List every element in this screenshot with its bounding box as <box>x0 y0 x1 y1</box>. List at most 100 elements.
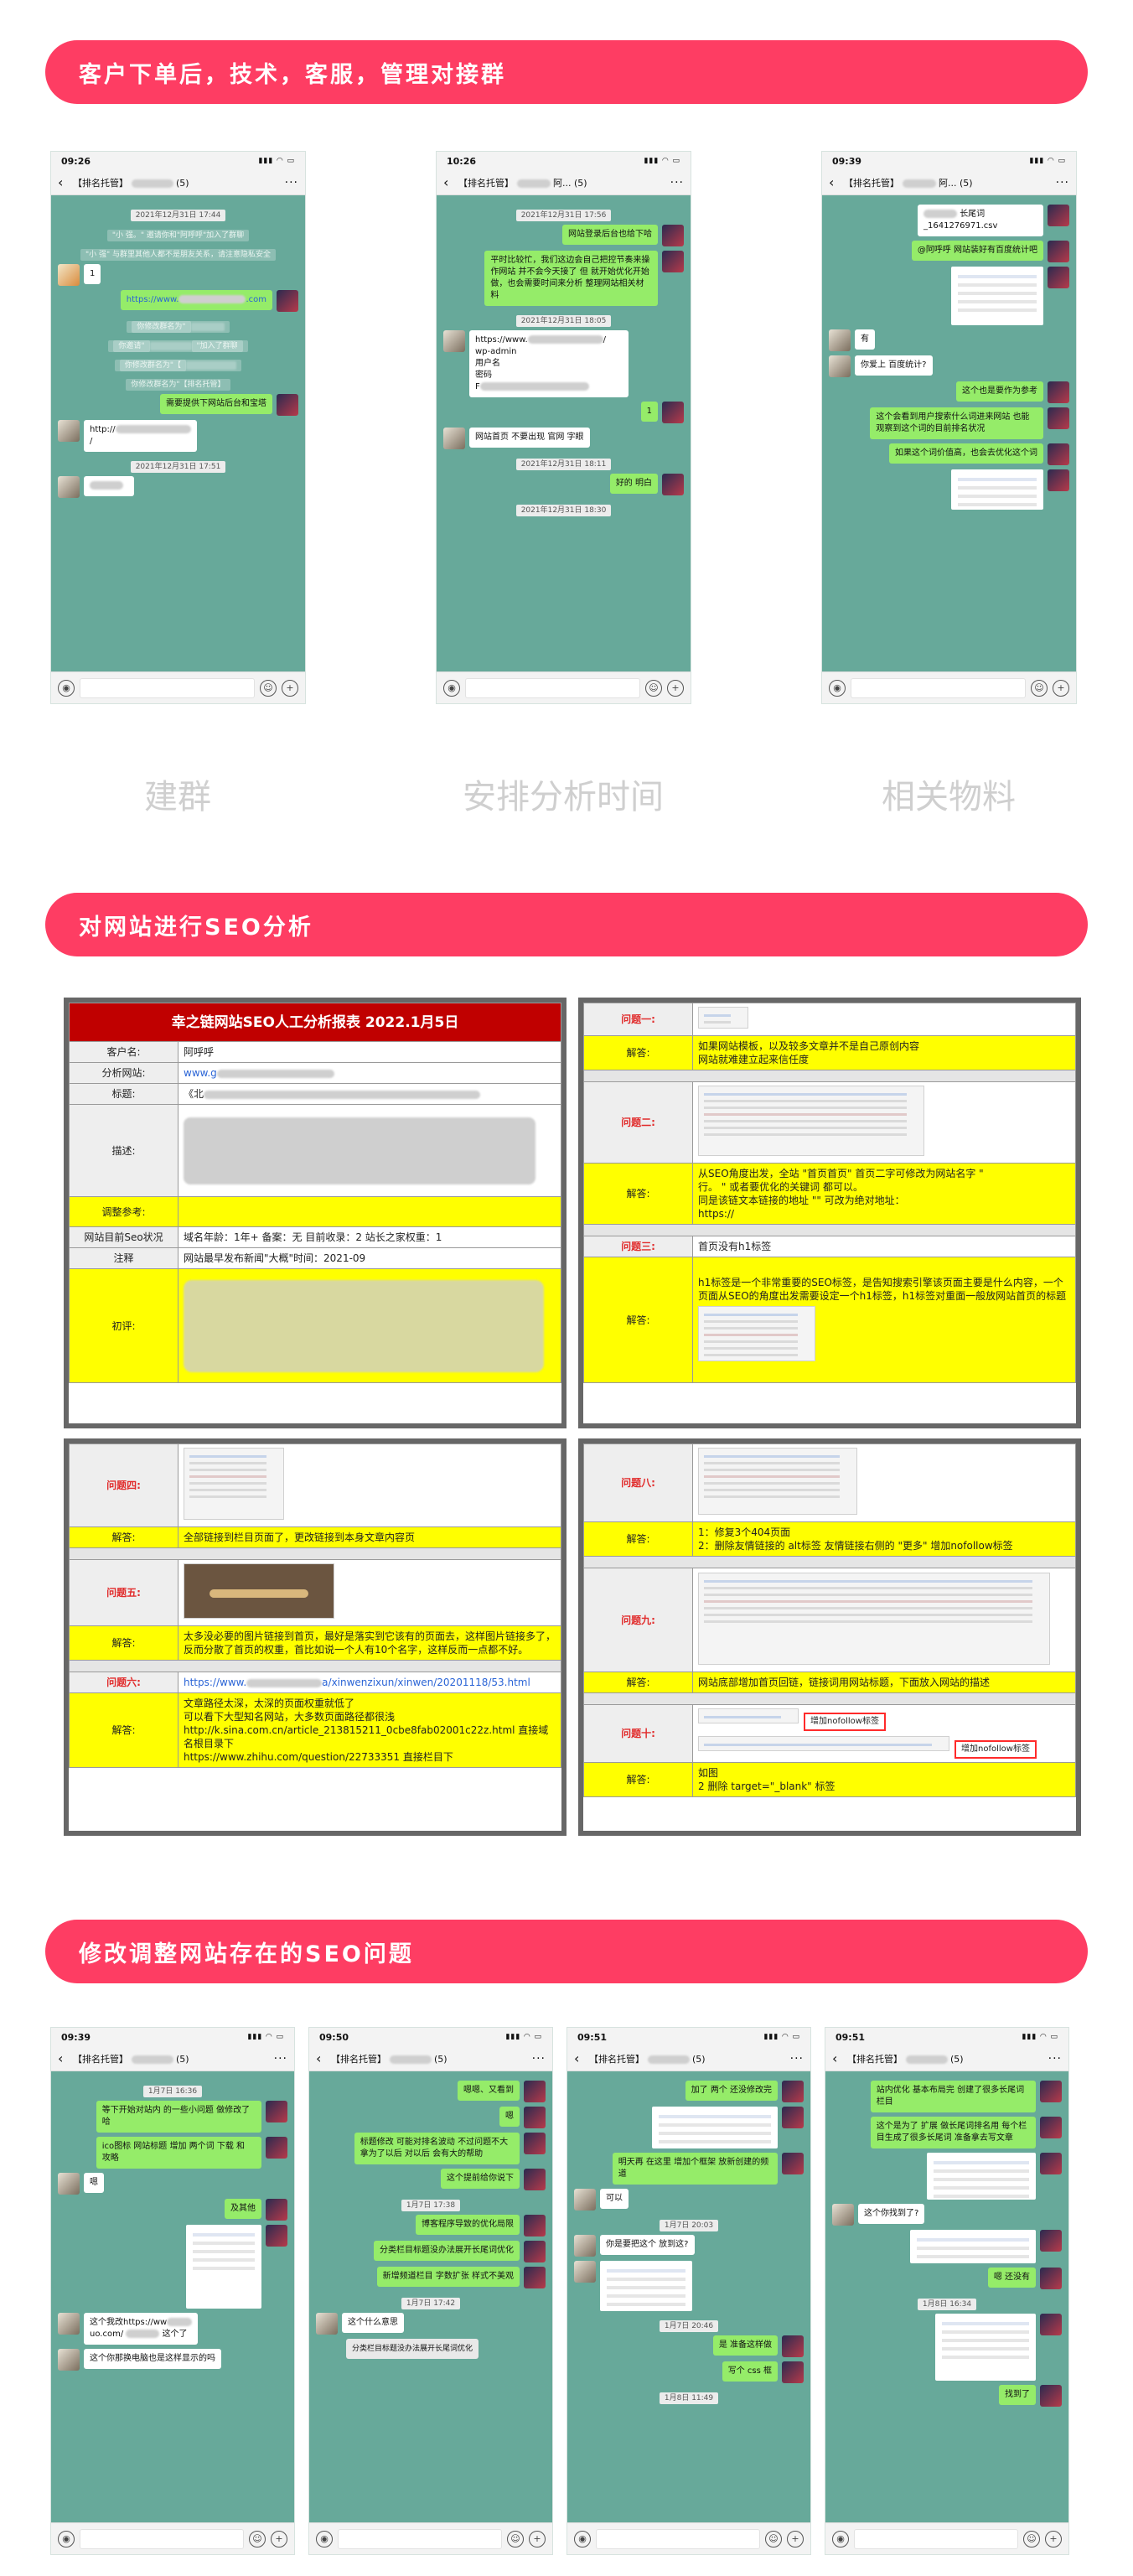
caption-schedule: 安排分析时间 <box>463 778 664 816</box>
message-input[interactable] <box>851 677 1026 698</box>
seo-issues-8-10: 问题八: 解答: 1：修复3个404页面 2：删除友情链接的 alt标签 友情链接… <box>578 1438 1081 1836</box>
avatar <box>524 2133 546 2154</box>
more-icon[interactable]: ··· <box>274 2052 287 2065</box>
plus-icon[interactable]: + <box>1045 2530 1062 2547</box>
avatar <box>1048 241 1069 262</box>
signal-icon: ▮▮▮ ◠ ▭ <box>258 157 295 165</box>
screenshot-image <box>951 469 1043 510</box>
chat-screenshot-6: 09:51 ▮▮▮ ◠ ▭ ‹ 【排名托管】 (5) ··· 加了 两个 还没修改完 … <box>566 2027 811 2555</box>
message-input[interactable] <box>854 2528 1018 2549</box>
signal-icon: ▮▮▮ ◠ ▭ <box>1029 157 1066 165</box>
plus-icon[interactable]: + <box>271 2530 287 2547</box>
back-icon[interactable]: ‹ <box>574 2050 589 2066</box>
avatar <box>782 2081 804 2102</box>
emoji-icon[interactable]: ☺ <box>765 2530 782 2547</box>
avatar <box>266 2137 287 2159</box>
emoji-icon[interactable]: ☺ <box>1031 679 1048 697</box>
more-icon[interactable]: ··· <box>532 2052 546 2065</box>
avatar <box>782 2153 804 2174</box>
avatar <box>443 428 465 449</box>
back-icon[interactable]: ‹ <box>443 174 458 190</box>
plus-icon[interactable]: + <box>1053 679 1069 697</box>
avatar <box>1048 407 1069 429</box>
screenshot-image <box>698 1007 748 1029</box>
more-icon[interactable]: ··· <box>285 176 298 189</box>
screenshot-image <box>184 1448 284 1520</box>
message-input[interactable] <box>596 2528 760 2549</box>
back-icon[interactable]: ‹ <box>58 2050 73 2066</box>
more-icon[interactable]: ··· <box>1056 176 1069 189</box>
back-icon[interactable]: ‹ <box>58 174 73 190</box>
emoji-icon[interactable]: ☺ <box>1023 2530 1040 2547</box>
voice-icon[interactable]: ◉ <box>58 679 75 697</box>
avatar <box>1040 2314 1062 2335</box>
avatar <box>58 2349 80 2371</box>
emoji-icon[interactable]: ☺ <box>507 2530 524 2547</box>
avatar <box>662 251 684 272</box>
chat-screenshot-4: 09:39 ▮▮▮ ◠ ▭ ‹ 【排名托管】 (5) ··· 1月7日 16:36 等… <box>50 2027 295 2555</box>
avatar <box>1040 2081 1062 2102</box>
avatar <box>1048 469 1069 491</box>
screenshot-image <box>186 2225 261 2309</box>
voice-icon[interactable]: ◉ <box>316 2530 333 2547</box>
screenshot-image <box>935 2314 1036 2381</box>
plus-icon[interactable]: + <box>787 2530 804 2547</box>
avatar <box>1040 2153 1062 2174</box>
signal-icon: ▮▮▮ ◠ ▭ <box>1022 2033 1058 2041</box>
seo-issues-1-3: 问题一: 解答: 如果网站模板，以及较多文章并不是自己原创内容 网站就难建立起来信… <box>578 998 1081 1428</box>
nofollow-tag-2: 增加nofollow标签 <box>955 1740 1037 1759</box>
avatar <box>832 2204 854 2226</box>
chat-screenshot-2: 10:26 ▮▮▮ ◠ ▭ ‹ 【排名托管】 阿... (5) ··· 2021年… <box>436 151 691 704</box>
avatar <box>524 2169 546 2190</box>
avatar <box>1048 205 1069 226</box>
message-input[interactable] <box>338 2528 502 2549</box>
avatar <box>1048 267 1069 288</box>
avatar <box>1040 2385 1062 2407</box>
more-icon[interactable]: ··· <box>790 2052 804 2065</box>
message-input[interactable] <box>465 677 640 698</box>
avatar <box>1040 2117 1062 2138</box>
avatar <box>266 2199 287 2221</box>
screenshot-image <box>698 1448 857 1515</box>
voice-icon[interactable]: ◉ <box>832 2530 849 2547</box>
plus-icon[interactable]: + <box>282 679 298 697</box>
section-banner-2: 对网站进行SEO分析 <box>45 893 1088 956</box>
avatar <box>782 2361 804 2383</box>
message-input[interactable] <box>80 2528 244 2549</box>
more-icon[interactable]: ··· <box>1048 2052 1062 2065</box>
avatar <box>266 2225 287 2247</box>
code-screenshot <box>698 1305 815 1361</box>
voice-icon[interactable]: ◉ <box>829 679 846 697</box>
avatar <box>1040 2230 1062 2252</box>
signal-icon: ▮▮▮ ◠ ▭ <box>644 157 680 165</box>
message-input[interactable] <box>80 677 255 698</box>
plus-icon[interactable]: + <box>529 2530 546 2547</box>
avatar <box>1048 443 1069 465</box>
screenshot-image <box>600 2261 692 2311</box>
banner-image <box>184 1563 334 1619</box>
back-icon[interactable]: ‹ <box>832 2050 847 2066</box>
emoji-icon[interactable]: ☺ <box>249 2530 266 2547</box>
avatar <box>524 2267 546 2288</box>
voice-icon[interactable]: ◉ <box>443 679 460 697</box>
report-title: 幸之链网站SEO人工分析报表 2022.1月5日 <box>69 1003 561 1042</box>
emoji-icon[interactable]: ☺ <box>645 679 662 697</box>
avatar <box>524 2081 546 2102</box>
avatar <box>524 2241 546 2262</box>
back-icon[interactable]: ‹ <box>316 2050 331 2066</box>
voice-icon[interactable]: ◉ <box>574 2530 591 2547</box>
seo-report-table: 幸之链网站SEO人工分析报表 2022.1月5日 客户名: 阿呼呼 分析网站: ww… <box>64 998 566 1428</box>
back-icon[interactable]: ‹ <box>829 174 844 190</box>
avatar <box>58 264 80 286</box>
chat-title: 【排名托管】 <box>73 177 128 189</box>
emoji-icon[interactable]: ☺ <box>260 679 277 697</box>
avatar <box>1048 381 1069 403</box>
avatar <box>829 329 851 351</box>
screenshot-image <box>951 267 1043 325</box>
avatar <box>524 2107 546 2128</box>
plus-icon[interactable]: + <box>667 679 684 697</box>
seo-issues-4-6: 问题四: 解答: 全部链接到栏目页面了，更改链接到本身文章内容页 问题五: 解答:… <box>64 1438 566 1836</box>
voice-icon[interactable]: ◉ <box>58 2530 75 2547</box>
more-icon[interactable]: ··· <box>670 176 684 189</box>
avatar <box>58 420 80 442</box>
